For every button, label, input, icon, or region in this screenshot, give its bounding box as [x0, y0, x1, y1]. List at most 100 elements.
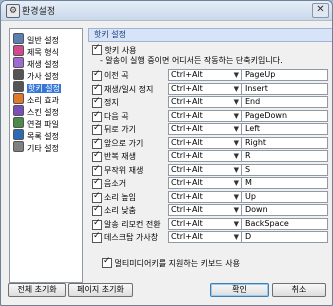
chevron-down-icon: ▼	[233, 138, 239, 147]
modifier-value: Ctrl+Alt	[171, 164, 203, 174]
file-link-icon	[13, 117, 24, 128]
chevron-down-icon: ▼	[233, 179, 239, 187]
sidebar-item-0[interactable]: 일반 설정	[13, 33, 59, 45]
close-icon[interactable]: ✕	[312, 3, 329, 18]
hotkey-label: 무작위 재생	[104, 165, 144, 175]
hotkey-key-field[interactable]: R	[241, 150, 328, 162]
hotkey-checkbox[interactable]	[92, 218, 102, 230]
modifier-value: Ctrl+Alt	[171, 205, 203, 214]
hotkey-checkbox[interactable]	[92, 110, 102, 122]
list-icon	[13, 129, 24, 140]
sidebar-item-9[interactable]: 기타 설정	[13, 141, 59, 153]
hotkey-label: 앞으로 가기	[104, 138, 144, 148]
hotkey-key-field[interactable]: Right	[241, 136, 328, 149]
sidebar-item-1[interactable]: 제목 형식	[13, 45, 59, 57]
hotkey-key-field[interactable]: Down	[241, 204, 328, 216]
hotkey-checkbox[interactable]	[92, 204, 102, 216]
chevron-down-icon: ▼	[233, 84, 239, 93]
hotkey-label: 뒤로 가기	[104, 125, 136, 134]
hotkey-key-field[interactable]: BackSpace	[241, 217, 328, 230]
hotkey-checkbox[interactable]	[92, 123, 102, 135]
chevron-down-icon: ▼	[233, 71, 239, 79]
sidebar-item-5[interactable]: 소리 효과	[13, 93, 59, 105]
reset-page-button[interactable]: 페이지 초기화	[68, 283, 133, 297]
hotkey-checkbox[interactable]	[92, 96, 102, 108]
hotkey-checkbox[interactable]	[92, 150, 102, 162]
sidebar-item-4[interactable]: 핫키 설정	[13, 81, 61, 93]
sidebar-item-label: 재생 설정	[27, 60, 59, 69]
use-hotkey-option[interactable]: 핫키 사용	[92, 43, 137, 55]
hotkey-key-field[interactable]: S	[241, 163, 328, 176]
sidebar-item-6[interactable]: 스킨 설정	[13, 105, 59, 117]
sidebar-item-label: 일반 설정	[27, 36, 59, 45]
chevron-down-icon: ▼	[233, 219, 239, 228]
hotkey-label: 알송 리모컨 전환	[104, 219, 161, 229]
sidebar-item-3[interactable]: 가사 설정	[13, 69, 59, 81]
category-list: 일반 설정 제목 형식재생 설정가사 설정핫키 설정 소리 효과 스킨 설정 연결 파일…	[9, 28, 83, 283]
hotkey-label: 정지	[104, 98, 119, 107]
modifier-value: Ctrl+Alt	[171, 97, 203, 106]
modifier-select[interactable]: Ctrl+Alt ▼	[168, 96, 242, 108]
hotkey-key-field[interactable]: M	[241, 177, 328, 189]
modifier-value: Ctrl+Alt	[171, 151, 203, 160]
hotkey-key-field[interactable]: Left	[241, 123, 328, 135]
modifier-select[interactable]: Ctrl+Alt ▼	[168, 177, 242, 189]
chevron-down-icon: ▼	[233, 206, 239, 214]
settings-icon	[13, 33, 24, 44]
hotkey-label: 소리 높임	[104, 192, 136, 202]
modifier-select[interactable]: Ctrl+Alt ▼	[168, 69, 242, 81]
hotkey-label: 소리 낮춤	[104, 206, 136, 215]
lyrics-icon	[13, 69, 24, 80]
modifier-value: Ctrl+Alt	[171, 178, 203, 187]
hotkey-checkbox[interactable]	[92, 137, 102, 149]
chevron-down-icon: ▼	[233, 165, 239, 174]
sidebar-item-label: 가사 설정	[27, 72, 59, 81]
modifier-select[interactable]: Ctrl+Alt ▼	[168, 136, 242, 149]
modifier-select[interactable]: Ctrl+Alt ▼	[168, 190, 242, 203]
modifier-select[interactable]: Ctrl+Alt ▼	[168, 109, 242, 122]
skin-icon	[13, 105, 24, 116]
hotkey-key-field[interactable]: PageDown	[241, 109, 328, 122]
app-icon: ⚙	[6, 4, 20, 18]
modifier-select[interactable]: Ctrl+Alt ▼	[168, 123, 242, 135]
cancel-button[interactable]: 취소	[272, 283, 326, 297]
modifier-value: Ctrl+Alt	[171, 137, 203, 147]
hotkey-key-field[interactable]: Insert	[241, 82, 328, 95]
panel-header: 핫키 설정	[88, 28, 332, 42]
modifier-value: Ctrl+Alt	[171, 70, 203, 79]
modifier-select[interactable]: Ctrl+Alt ▼	[168, 150, 242, 162]
sidebar-item-2[interactable]: 재생 설정	[13, 57, 59, 69]
hotkey-key-field[interactable]: Up	[241, 190, 328, 203]
sidebar-item-label: 핫키 설정	[27, 84, 61, 93]
format-icon	[13, 45, 24, 56]
chevron-down-icon: ▼	[233, 233, 239, 241]
hotkey-key-field[interactable]: D	[241, 231, 328, 243]
modifier-select[interactable]: Ctrl+Alt ▼	[168, 82, 242, 95]
reset-all-button[interactable]: 전체 초기화	[8, 283, 66, 297]
hotkey-checkbox[interactable]	[92, 231, 102, 243]
hotkey-key-field[interactable]: PageUp	[241, 69, 328, 81]
sidebar-item-label: 기타 설정	[27, 144, 59, 153]
modifier-value: Ctrl+Alt	[171, 191, 203, 201]
title-bar: ⚙ 환경설정 ✕	[1, 1, 332, 21]
hotkey-label: 반복 재생	[104, 152, 136, 161]
use-hotkey-checkbox[interactable]	[92, 43, 102, 55]
ok-button[interactable]: 확인	[210, 283, 269, 297]
hotkey-checkbox[interactable]	[92, 177, 102, 189]
sidebar-item-8[interactable]: 목록 설정	[13, 129, 59, 141]
hotkey-checkbox[interactable]	[92, 164, 102, 176]
multimedia-key-option[interactable]: 멀티미디어키를 지원하는 키보드 사용	[102, 256, 240, 268]
hotkey-checkbox[interactable]	[92, 191, 102, 203]
modifier-select[interactable]: Ctrl+Alt ▼	[168, 231, 242, 243]
sidebar-item-7[interactable]: 연결 파일	[13, 117, 59, 129]
modifier-select[interactable]: Ctrl+Alt ▼	[168, 204, 242, 216]
modifier-select[interactable]: Ctrl+Alt ▼	[168, 163, 242, 176]
chevron-down-icon: ▼	[233, 152, 239, 160]
hotkey-key-field[interactable]: End	[241, 96, 328, 108]
modifier-select[interactable]: Ctrl+Alt ▼	[168, 217, 242, 230]
chevron-down-icon: ▼	[233, 98, 239, 106]
multimedia-key-checkbox[interactable]	[102, 256, 112, 268]
modifier-value: Ctrl+Alt	[171, 83, 203, 93]
hotkey-checkbox[interactable]	[92, 69, 102, 81]
hotkey-checkbox[interactable]	[92, 83, 102, 95]
